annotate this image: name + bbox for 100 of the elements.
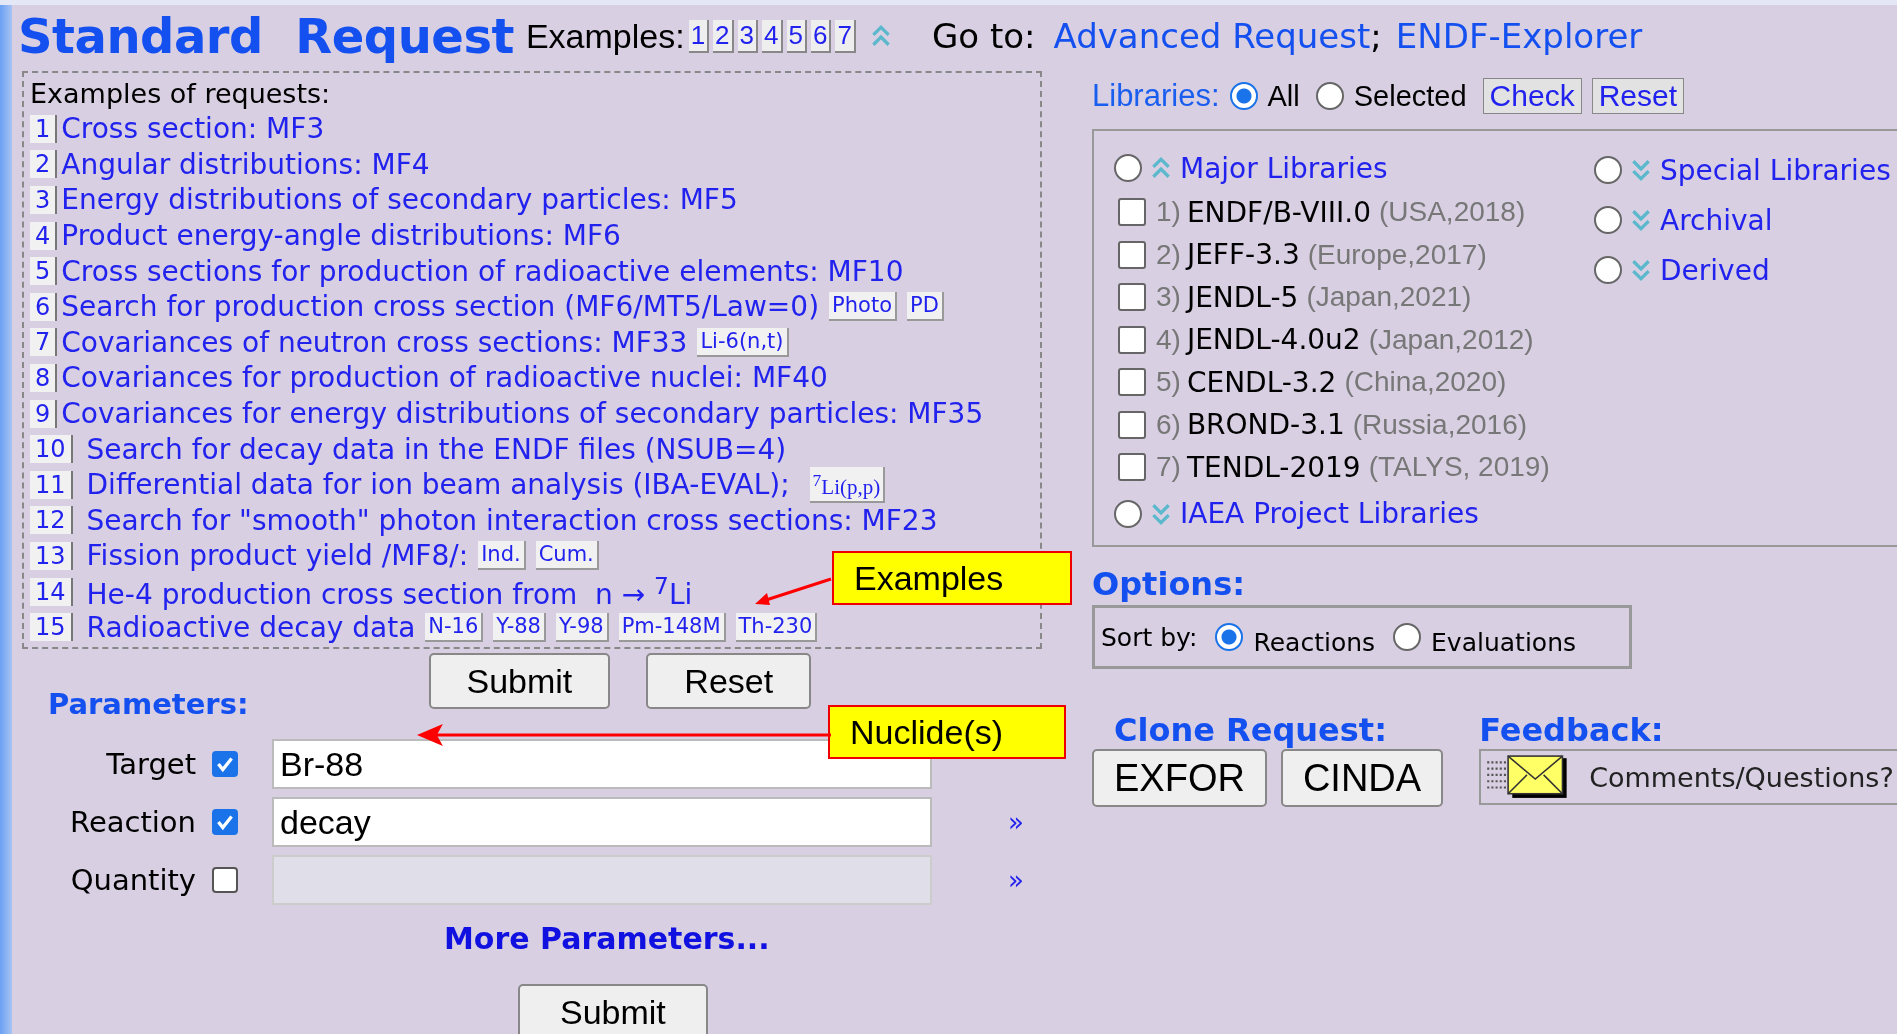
example-number-button[interactable]: 3: [30, 186, 58, 214]
example-button[interactable]: Y-88: [493, 612, 546, 642]
goto-link[interactable]: ENDF-Explorer: [1395, 16, 1643, 56]
example-number-button[interactable]: 10: [30, 435, 73, 464]
example-number-button[interactable]: 6: [30, 292, 58, 321]
example-link[interactable]: 5: [786, 19, 807, 53]
library-number: 3): [1156, 281, 1181, 314]
scope-label: All: [1267, 79, 1300, 113]
example-link[interactable]: Covariances for energy distributions of secondary particles: MF35: [61, 397, 984, 431]
page-title: Standard Request: [18, 8, 514, 64]
library-checkbox[interactable]: [1118, 453, 1146, 482]
example-number-button[interactable]: 13: [30, 541, 73, 570]
example-link[interactable]: Product energy-angle distributions: MF6: [61, 219, 621, 253]
group-link[interactable]: IAEA Project Libraries: [1180, 497, 1479, 530]
scope-label: Selected: [1353, 79, 1467, 113]
feedback-button[interactable]: Comments/Questions?: [1479, 749, 1897, 805]
example-link[interactable]: Angular distributions: MF4: [61, 147, 430, 181]
form-button[interactable]: Submit: [428, 653, 611, 709]
library-button[interactable]: Reset: [1591, 78, 1684, 114]
library-origin: (Europe,2017): [1307, 238, 1487, 271]
example-link[interactable]: Cross sections for production of radioactive elements: MF10: [61, 254, 904, 288]
example-button[interactable]: $^{7}$Li(p,p): [809, 466, 886, 503]
example-link[interactable]: 7: [835, 19, 856, 53]
group-radio[interactable]: [1114, 154, 1142, 182]
group-radio[interactable]: [1594, 156, 1622, 184]
example-number-button[interactable]: 7: [30, 328, 58, 357]
scope-radio[interactable]: [1229, 82, 1258, 110]
example-button[interactable]: N-16: [425, 612, 484, 642]
example-button[interactable]: Li-6(n,t): [697, 327, 789, 357]
group-link[interactable]: Derived: [1660, 253, 1770, 287]
example-number-button[interactable]: 9: [30, 399, 58, 428]
library-origin: (China,2020): [1344, 366, 1507, 399]
example-button[interactable]: PD: [907, 292, 944, 322]
example-number-button[interactable]: 8: [30, 363, 58, 392]
goto-link[interactable]: Advanced Request: [1053, 16, 1371, 56]
example-link[interactable]: Energy distributions of secondary particles: MF5: [61, 183, 738, 217]
library-button[interactable]: Check: [1482, 78, 1582, 114]
parameters-heading: Parameters:: [48, 687, 249, 721]
example-number-button[interactable]: 5: [30, 257, 58, 286]
scope-radio[interactable]: [1315, 82, 1344, 110]
library-checkbox[interactable]: [1118, 283, 1146, 312]
example-button[interactable]: Photo: [829, 292, 897, 322]
library-number: 5): [1156, 366, 1181, 399]
parameter-checkbox[interactable]: [212, 809, 238, 835]
example-number-button[interactable]: 15: [30, 613, 73, 642]
group-link[interactable]: Special Libraries: [1660, 153, 1891, 187]
example-link[interactable]: Fission product yield /MF8/:: [86, 539, 469, 573]
sort-radio[interactable]: [1215, 623, 1244, 651]
example-link[interactable]: 4: [762, 19, 783, 53]
sort-radio[interactable]: [1393, 623, 1422, 651]
group-link[interactable]: Archival: [1660, 203, 1773, 237]
group-radio[interactable]: [1594, 206, 1622, 234]
example-number-button[interactable]: 4: [30, 221, 58, 250]
clone-button[interactable]: EXFOR: [1092, 749, 1267, 807]
example-link[interactable]: Covariances of neutron cross sections: MF33: [61, 325, 688, 359]
example-button[interactable]: Th-230: [735, 612, 818, 642]
example-button[interactable]: Y-98: [556, 612, 609, 642]
example-link[interactable]: 6: [811, 19, 832, 53]
parameter-label: Reaction: [69, 805, 196, 839]
group-radio[interactable]: [1594, 256, 1622, 284]
library-origin: (Japan,2012): [1368, 323, 1534, 356]
example-number-button[interactable]: 1: [30, 114, 58, 143]
clone-button[interactable]: CINDA: [1280, 749, 1444, 807]
expand-link[interactable]: »: [1008, 807, 1024, 837]
example-number-button[interactable]: 14: [30, 577, 73, 606]
example-number-button[interactable]: 11: [30, 470, 73, 499]
example-link[interactable]: Cross section: MF3: [61, 112, 325, 146]
more-parameters-link[interactable]: More Parameters...: [444, 921, 770, 956]
example-button[interactable]: Pm-148M: [618, 612, 726, 642]
example-link[interactable]: Differential data for ion beam analysis (IBA-EVAL);: [86, 468, 790, 502]
library-checkbox[interactable]: [1118, 368, 1146, 397]
library-name: TENDL-2019: [1186, 450, 1361, 484]
example-link[interactable]: Search for decay data in the ENDF files (NSUB=4): [86, 432, 787, 466]
library-name: BROND-3.1: [1186, 408, 1345, 442]
library-checkbox[interactable]: [1118, 410, 1146, 439]
submit-button[interactable]: Submit: [518, 984, 708, 1034]
group-radio[interactable]: [1114, 499, 1142, 528]
group-link[interactable]: Major Libraries: [1180, 151, 1388, 185]
library-name: JEFF-3.3: [1186, 238, 1300, 272]
example-button[interactable]: Ind.: [478, 541, 526, 571]
library-checkbox[interactable]: [1118, 240, 1146, 269]
examples-label: Examples:: [525, 16, 685, 56]
library-checkbox[interactable]: [1118, 325, 1146, 354]
example-link[interactable]: Radioactive decay data: [86, 610, 416, 644]
callout-tooltip: Nuclide(s): [828, 705, 1066, 759]
example-link[interactable]: He-4 production cross section from n → $^{7}$Li: [86, 571, 693, 612]
example-link[interactable]: Search for production cross section (MF6/MT5/Law=0): [61, 290, 820, 324]
example-number-button[interactable]: 12: [30, 506, 73, 535]
parameter-field[interactable]: decay: [272, 797, 932, 847]
example-link[interactable]: 3: [737, 19, 759, 53]
library-origin: (USA,2018): [1378, 196, 1526, 229]
example-number-button[interactable]: 2: [30, 150, 58, 179]
example-link[interactable]: 1: [688, 19, 710, 53]
example-link[interactable]: Search for "smooth" photon interaction cross sections: MF23: [86, 503, 938, 537]
form-button[interactable]: Reset: [646, 653, 812, 709]
example-button[interactable]: Cum.: [535, 541, 599, 571]
parameter-checkbox[interactable]: [212, 751, 238, 777]
example-link[interactable]: Covariances for production of radioactive nuclei: MF40: [61, 361, 828, 395]
example-link[interactable]: 2: [713, 19, 734, 53]
library-checkbox[interactable]: [1118, 198, 1146, 227]
